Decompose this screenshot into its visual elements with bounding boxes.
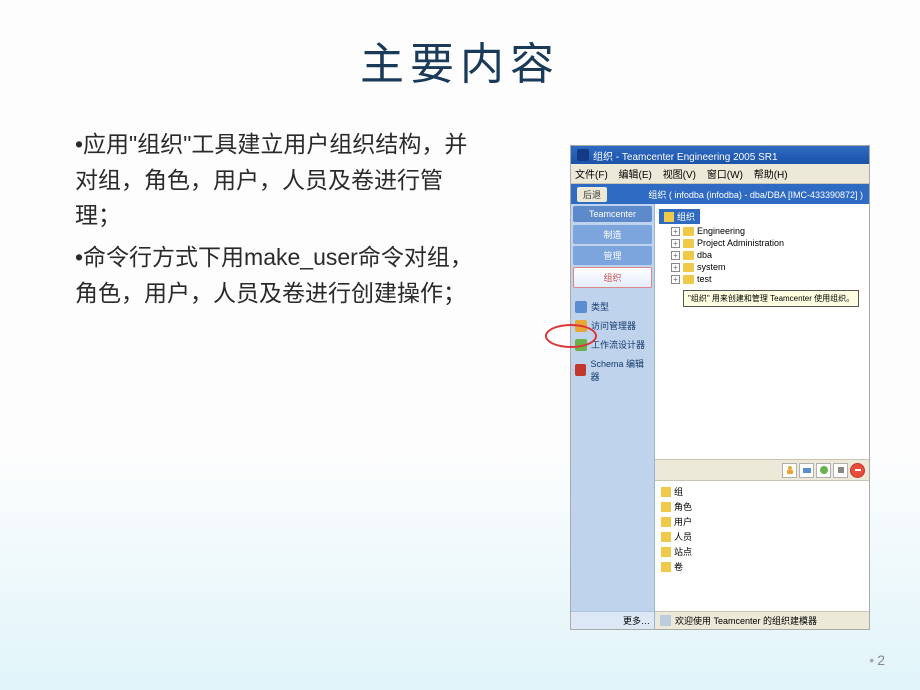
org-root-icon [664,212,674,222]
status-bar: 欢迎使用 Teamcenter 的组织建模器 [655,611,869,629]
menu-file[interactable]: 文件(F) [575,170,608,181]
sidebar-item-type[interactable]: 类型 [571,297,654,316]
cat-site[interactable]: 站点 [674,545,692,558]
status-icon [660,615,671,626]
sidebar-more[interactable]: 更多… [571,611,654,629]
role-icon [661,502,671,512]
app-icon [577,149,589,161]
cat-group[interactable]: 组 [674,485,683,498]
expand-icon[interactable]: + [671,239,680,248]
context-path: 组织 ( infodba (infodba) - dba/DBA [IMC-43… [648,188,863,201]
tree-node-system[interactable]: system [697,262,726,272]
tool-role-icon[interactable] [816,463,831,478]
panel-toolbar [655,459,869,481]
app-screenshot: 组织 - Teamcenter Engineering 2005 SR1 文件(… [570,145,870,630]
cat-person[interactable]: 人员 [674,530,692,543]
sidebar-btn-make[interactable]: 制造 [573,225,652,244]
cat-user[interactable]: 用户 [674,515,692,528]
tree-node-dba[interactable]: dba [697,250,712,260]
sidebar-header[interactable]: Teamcenter [573,206,652,222]
sidebar-item-schema[interactable]: Schema 编辑器 [571,354,654,386]
tool-stop-icon[interactable] [850,463,865,478]
tool-group-icon[interactable] [799,463,814,478]
tree-node-projectadmin[interactable]: Project Administration [697,238,784,248]
window-title: 组织 - Teamcenter Engineering 2005 SR1 [593,148,778,163]
sidebar: Teamcenter 制造 管理 组织 类型 访问管理器 工作流设计器 Sche… [571,204,655,629]
bullet-1: •应用"组织"工具建立用户组织结构，并对组，角色，用户，人员及卷进行管理； [75,127,485,234]
group-icon [661,487,671,497]
folder-icon [683,263,694,272]
tooltip: "组织" 用来创建和管理 Teamcenter 使用组织。 [683,290,859,307]
menu-help[interactable]: 帮助(H) [754,170,788,181]
sidebar-btn-manage[interactable]: 管理 [573,246,652,265]
cat-volume[interactable]: 卷 [674,560,683,573]
menu-edit[interactable]: 编辑(E) [619,170,652,181]
bullet-dot-icon: • [869,652,874,668]
toolbar: 后退 组织 ( infodba (infodba) - dba/DBA [IMC… [571,184,869,204]
sidebar-btn-organization[interactable]: 组织 [573,267,652,288]
menu-view[interactable]: 视图(V) [663,170,696,181]
folder-icon [683,239,694,248]
back-button[interactable]: 后退 [577,187,607,202]
schema-icon [575,364,586,376]
bullet-list: •应用"组织"工具建立用户组织结构，并对组，角色，用户，人员及卷进行管理； •命… [75,127,485,317]
tool-site-icon[interactable] [833,463,848,478]
status-text: 欢迎使用 Teamcenter 的组织建模器 [675,614,817,627]
expand-icon[interactable]: + [671,251,680,260]
user-icon [661,517,671,527]
folder-icon [683,227,694,236]
volume-icon [661,562,671,572]
expand-icon[interactable]: + [671,263,680,272]
type-icon [575,301,587,313]
cat-role[interactable]: 角色 [674,500,692,513]
page-number: • 2 [869,652,885,668]
tool-user-icon[interactable] [782,463,797,478]
site-icon [661,547,671,557]
category-tree[interactable]: 组 角色 用户 人员 站点 卷 [655,481,869,611]
expand-icon[interactable]: + [671,227,680,236]
slide-title: 主要内容 [0,0,920,92]
person-icon [661,532,671,542]
bullet-2: •命令行方式下用make_user命令对组，角色，用户，人员及卷进行创建操作； [75,240,485,311]
tree-root[interactable]: 组织 [659,209,700,224]
folder-icon [683,275,694,284]
tree-node-engineering[interactable]: Engineering [697,226,745,236]
tree-node-test[interactable]: test [697,274,712,284]
folder-icon [683,251,694,260]
org-tree[interactable]: 组织 +Engineering +Project Administration … [655,204,869,459]
menu-window[interactable]: 窗口(W) [707,170,743,181]
expand-icon[interactable]: + [671,275,680,284]
highlight-ellipse [545,324,597,348]
menu-bar[interactable]: 文件(F) 编辑(E) 视图(V) 窗口(W) 帮助(H) [571,164,869,184]
window-titlebar: 组织 - Teamcenter Engineering 2005 SR1 [571,146,869,164]
